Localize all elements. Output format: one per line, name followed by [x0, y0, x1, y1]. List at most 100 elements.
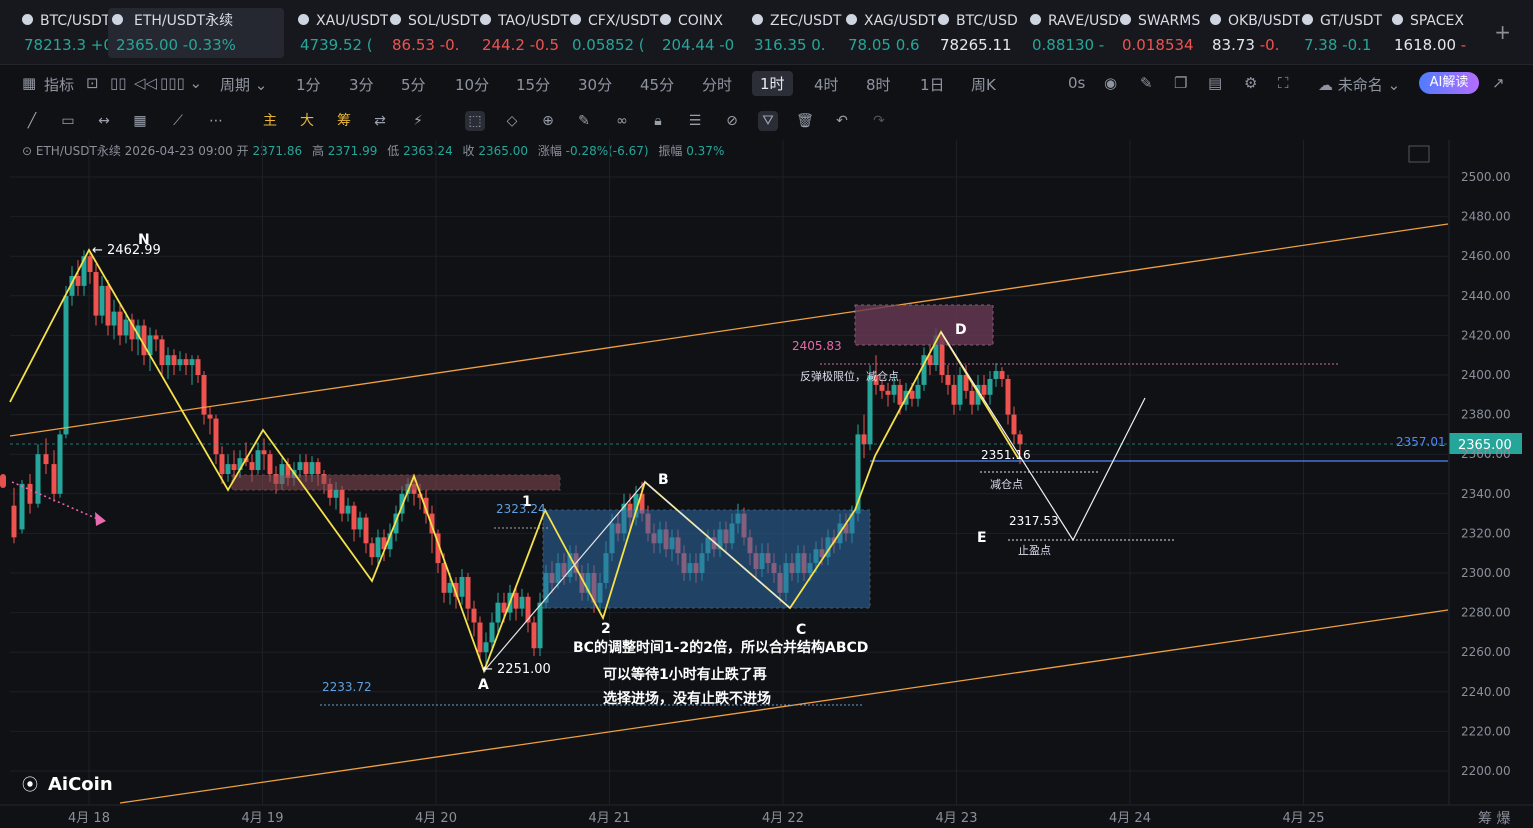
- brush-icon[interactable]: ⚡: [408, 111, 428, 131]
- fullscreen-icon[interactable]: ⛶: [1278, 74, 1289, 92]
- ticker-3[interactable]: SOL/USDT 86.53 -0.: [390, 8, 480, 58]
- candle-body: [19, 483, 25, 530]
- candle-body: [189, 359, 195, 366]
- ticker-9[interactable]: BTC/USD 78265.11: [938, 8, 1028, 58]
- ticker-11[interactable]: SWARMS 0.018534: [1120, 8, 1210, 58]
- timeframe-45分[interactable]: 45分: [640, 74, 674, 95]
- cursor-select-icon[interactable]: ⬚: [465, 111, 485, 131]
- candle-body: [111, 311, 117, 326]
- unnamed-dropdown[interactable]: ☁ 未命名 ⌄: [1318, 74, 1400, 95]
- candle-body: [303, 462, 309, 474]
- indicator-icon[interactable]: ▦: [22, 74, 36, 92]
- ticker-14[interactable]: SPACEX 1618.00 -: [1392, 8, 1482, 58]
- big-order-button[interactable]: 大: [297, 111, 317, 131]
- hline-tool-icon[interactable]: ↔: [94, 111, 114, 131]
- share-icon[interactable]: ↗: [1492, 74, 1505, 92]
- candle-body: [831, 537, 837, 544]
- line-tool-icon[interactable]: ╱: [22, 111, 42, 131]
- replay-icon[interactable]: ◁◁: [134, 74, 157, 92]
- y-tick-label: 2420.00: [1461, 328, 1511, 342]
- candle-body: [321, 474, 327, 484]
- chain-icon[interactable]: ∞: [612, 111, 632, 131]
- ticker-2[interactable]: XAU/USDT 4739.52 (: [298, 8, 388, 58]
- settings-icon[interactable]: ⚙: [1244, 74, 1257, 92]
- lock-icon[interactable]: 🔒︎: [648, 111, 668, 131]
- candle-body: [87, 256, 93, 273]
- eraser-icon[interactable]: ◇: [502, 111, 522, 131]
- layout-icon[interactable]: ▯▯: [110, 74, 127, 92]
- candle-body: [783, 563, 789, 593]
- ticker-13[interactable]: GT/USDT 7.38 -0.1: [1302, 8, 1392, 58]
- candle-body: [963, 375, 969, 391]
- pink-arrow-head: [95, 512, 106, 526]
- copy-icon[interactable]: ❐: [1174, 74, 1187, 92]
- y-tick-label: 2360.00: [1461, 447, 1511, 461]
- timeframe-1时[interactable]: 1时: [752, 71, 793, 96]
- period-dropdown[interactable]: 周期 ⌄: [220, 74, 267, 95]
- ticker-1[interactable]: ETH/USDT永续 2365.00 -0.33%: [108, 8, 284, 58]
- zoom-icon[interactable]: ⊕: [538, 111, 558, 131]
- timeframe-3分[interactable]: 3分: [349, 74, 374, 95]
- ticker-12[interactable]: OKB/USDT 83.73 -0.: [1210, 8, 1300, 58]
- timeframe-周K[interactable]: 周K: [971, 74, 996, 95]
- candle-body: [669, 537, 675, 550]
- more-tools-icon[interactable]: ⋯: [206, 111, 226, 131]
- timeframe-10分[interactable]: 10分: [455, 74, 489, 95]
- ticker-5[interactable]: CFX/USDT 0.05852 (: [570, 8, 660, 58]
- indicators-button[interactable]: 指标: [44, 74, 74, 95]
- draw-pen-icon[interactable]: ✎: [574, 111, 594, 131]
- timeframe-5分[interactable]: 5分: [401, 74, 426, 95]
- add-ticker-icon[interactable]: +: [1494, 20, 1511, 44]
- pencil-icon[interactable]: ✎: [1140, 74, 1153, 92]
- timeframe-分时[interactable]: 分时: [702, 74, 732, 95]
- rect-tool-icon[interactable]: ▭: [58, 111, 78, 131]
- ai-interpret-button[interactable]: AI解读: [1419, 72, 1479, 94]
- note-line-3: 选择进场，没有止跌不进场: [603, 690, 771, 707]
- timeframe-4时[interactable]: 4时: [814, 74, 839, 95]
- ticker-4[interactable]: TAO/USDT 244.2 -0.5: [480, 8, 570, 58]
- note-line-1: BC的调整时间1-2的2倍，所以合并结构ABCD: [573, 639, 868, 656]
- timeframe-1日[interactable]: 1日: [920, 74, 945, 95]
- candle-body: [585, 573, 591, 593]
- candle-body: [81, 256, 87, 286]
- ticker-8[interactable]: XAG/USDT 78.05 0.6: [846, 8, 936, 58]
- candle-body: [399, 493, 405, 514]
- ticker-10[interactable]: RAVE/USDT 0.88130 -: [1030, 8, 1120, 58]
- trash-icon[interactable]: 🗑︎: [795, 111, 815, 131]
- timeframe-1分[interactable]: 1分: [296, 74, 321, 95]
- candle-body: [213, 418, 219, 455]
- collapse-icon[interactable]: ⊙: [22, 144, 32, 158]
- link-icon[interactable]: ⊘: [722, 111, 742, 131]
- timeframe-30分[interactable]: 30分: [578, 74, 612, 95]
- chip-button[interactable]: 筹: [334, 111, 354, 131]
- eth-icon: [112, 14, 123, 25]
- ticker-price: 1618.00 -: [1394, 36, 1467, 54]
- ruler-tool-icon[interactable]: ▦: [130, 111, 150, 131]
- filter-icon[interactable]: ⛛: [758, 111, 778, 131]
- edit-list-icon[interactable]: ☰: [685, 111, 705, 131]
- main-indicator-button[interactable]: 主: [260, 111, 280, 131]
- aicoin-logo-icon: ⦿: [22, 775, 38, 794]
- timeframe-8时[interactable]: 8时: [866, 74, 891, 95]
- ticker-6[interactable]: COINX 204.44 -0: [660, 8, 750, 58]
- swap-icon[interactable]: ⇄: [370, 111, 390, 131]
- consolidation-box: [542, 509, 871, 609]
- candle-body: [243, 458, 249, 463]
- ticker-0[interactable]: BTC/USDT 78213.3 +0.: [22, 8, 112, 58]
- candle-body: [807, 563, 813, 573]
- info-low-label: 低: [387, 144, 400, 158]
- trend-tool-icon[interactable]: ⟋: [168, 111, 188, 131]
- candle-type-icon[interactable]: ▯▯▯ ⌄: [160, 74, 202, 92]
- candle-body: [873, 375, 879, 385]
- upper-channel-line: [9, 223, 1449, 437]
- ticker-name: COINX: [678, 13, 723, 29]
- ticker-7[interactable]: ZEC/USDT 316.35 0.: [752, 8, 842, 58]
- timeframe-15分[interactable]: 15分: [516, 74, 550, 95]
- camera-icon[interactable]: ◉: [1104, 74, 1117, 92]
- redo-icon[interactable]: ↷: [869, 111, 889, 131]
- grid-icon[interactable]: ▤: [1208, 74, 1222, 92]
- candle-body: [771, 563, 777, 573]
- template-icon[interactable]: ⊡: [86, 74, 99, 92]
- candle-body: [651, 533, 657, 544]
- undo-icon[interactable]: ↶: [832, 111, 852, 131]
